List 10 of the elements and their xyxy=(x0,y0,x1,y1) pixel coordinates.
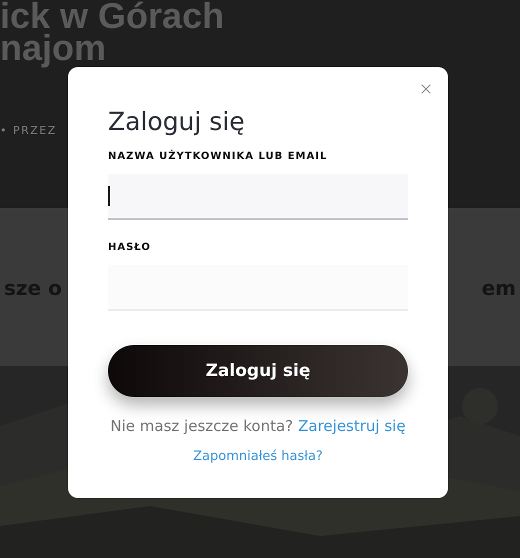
byline: • PRZEZ xyxy=(0,124,57,137)
field-label: HASŁO xyxy=(108,242,151,253)
field-label: NAZWA UŻYTKOWNIKA LUB EMAIL xyxy=(108,151,328,162)
article-title: ick w Górach xyxy=(0,0,224,32)
dialog-title: Zaloguj się xyxy=(108,107,246,136)
signup-link[interactable]: Zarejestruj się xyxy=(298,417,406,435)
login-button[interactable]: Zaloguj się xyxy=(108,345,408,397)
input-field[interactable] xyxy=(108,174,408,220)
forgot-password-link[interactable]: Zapomniałeś hasła? xyxy=(193,449,323,464)
signup-prompt: Nie masz jeszcze konta? xyxy=(110,417,294,435)
